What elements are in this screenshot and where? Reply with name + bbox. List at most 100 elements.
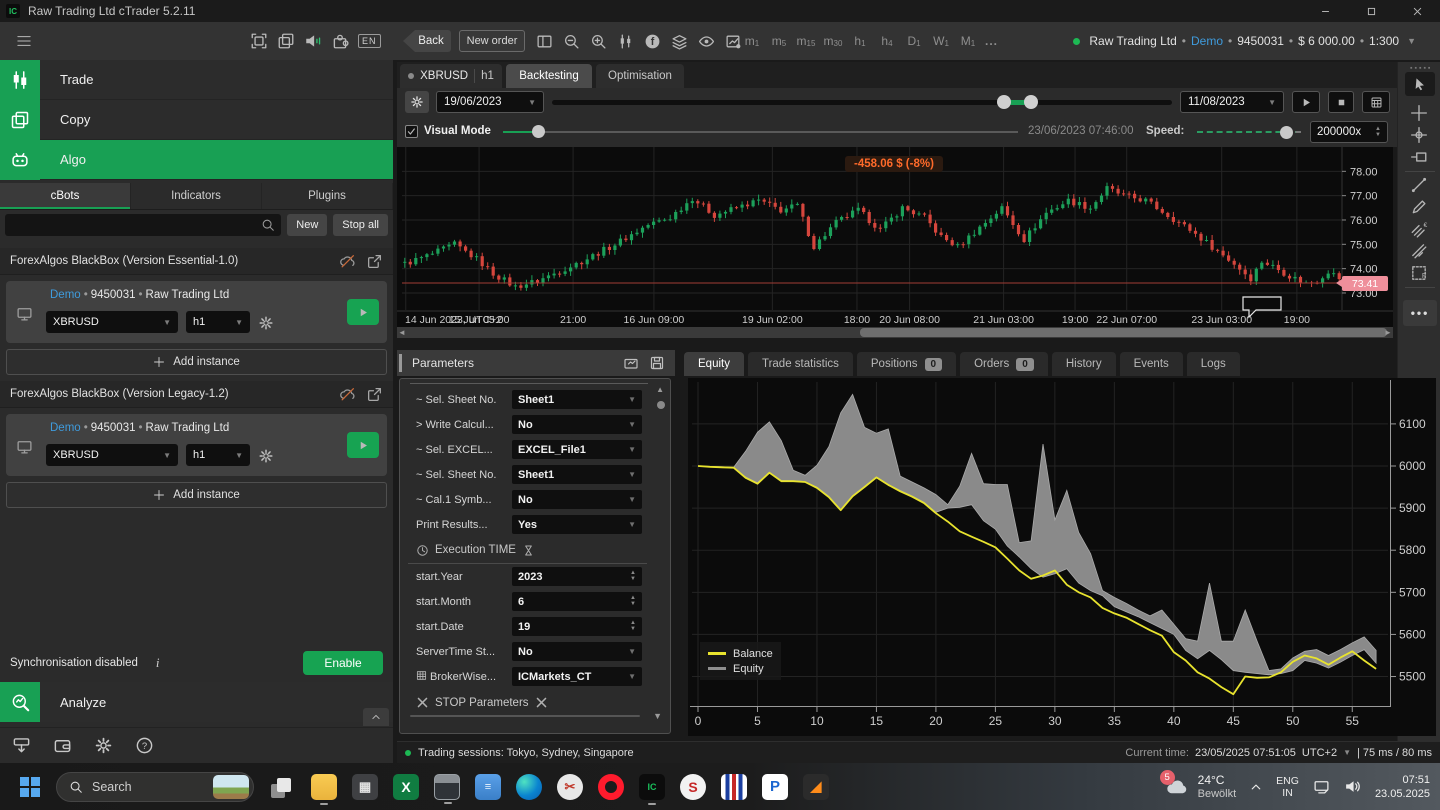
taskbar-app-file-explorer[interactable] xyxy=(311,774,337,800)
price-chart[interactable]: 78.0077.0076.0075.0074.0073.0014 Jun 202… xyxy=(397,147,1393,327)
timeframe-h4[interactable]: h4 xyxy=(877,34,897,48)
speed-value-stepper[interactable]: 200000x ▲▼ xyxy=(1310,121,1388,143)
start-cbot-button[interactable] xyxy=(347,299,379,325)
speaker-icon[interactable] xyxy=(304,32,322,50)
scroll-left-icon[interactable]: ◄ xyxy=(397,327,407,338)
snap-icon[interactable] xyxy=(1410,148,1428,166)
crosshair-target-icon[interactable] xyxy=(1410,126,1428,144)
wallet-icon[interactable] xyxy=(53,736,72,755)
candles-icon[interactable] xyxy=(617,33,634,50)
help-icon[interactable]: ? xyxy=(135,736,154,755)
volume-icon[interactable] xyxy=(1344,778,1361,795)
share-icon[interactable] xyxy=(366,386,383,403)
sidebar-item-copy[interactable]: Copy xyxy=(0,100,393,140)
pointer-tool[interactable] xyxy=(1405,72,1435,96)
sidebar-item-trade[interactable]: Trade xyxy=(0,60,393,100)
params-scroll-up-icon[interactable]: ▲ xyxy=(656,385,664,394)
taskbar-app-ic-markets[interactable]: IC xyxy=(639,774,665,800)
minimize-button[interactable] xyxy=(1302,0,1348,22)
speed-handle[interactable] xyxy=(1280,126,1293,139)
taskbar-app-trading-app[interactable]: S xyxy=(680,774,706,800)
param-dropdown[interactable]: No▼ xyxy=(512,642,642,661)
fib-fan-icon[interactable] xyxy=(1410,242,1428,260)
param-stepper[interactable]: 6▲▼ xyxy=(512,592,642,611)
taskbar-app-stats-app[interactable] xyxy=(721,774,747,800)
start-date-picker[interactable]: 19/06/2023▼ xyxy=(436,91,544,113)
maximize-button[interactable] xyxy=(1348,0,1394,22)
param-dropdown[interactable]: Sheet1▼ xyxy=(512,390,642,409)
symbol-select[interactable]: XBRUSD▼ xyxy=(46,311,178,333)
collapse-sidebar-button[interactable] xyxy=(363,708,389,726)
gear-icon[interactable] xyxy=(258,448,274,464)
taskbar-app-edge[interactable] xyxy=(516,774,542,800)
chart-edit-icon[interactable] xyxy=(725,33,742,50)
end-date-picker[interactable]: 11/08/2023▼ xyxy=(1180,91,1284,113)
timeframe-h1[interactable]: h1 xyxy=(850,34,870,48)
param-stepper[interactable]: 19▲▼ xyxy=(512,617,642,636)
more-tools-button[interactable]: ••• xyxy=(1403,300,1437,326)
param-dropdown[interactable]: No▼ xyxy=(512,490,642,509)
equity-chart[interactable]: 6100600059005800570056005500051015202530… xyxy=(688,378,1436,736)
tab-symbol[interactable]: XBRUSD h1 xyxy=(400,64,502,88)
scroll-right-icon[interactable]: ► xyxy=(1383,327,1393,338)
crosshair-icon[interactable] xyxy=(1410,104,1428,122)
share-icon[interactable] xyxy=(366,253,383,270)
backtest-settings-button[interactable] xyxy=(405,91,429,113)
timezone[interactable]: UTC+2 xyxy=(1302,747,1337,759)
windows-icon[interactable] xyxy=(277,32,295,50)
fullscreen-icon[interactable] xyxy=(250,32,268,50)
clock[interactable]: 07:5123.05.2025 xyxy=(1375,773,1430,801)
start-cbot-button[interactable] xyxy=(347,432,379,458)
param-dropdown[interactable]: EXCEL_File1▼ xyxy=(512,440,642,459)
eye-icon[interactable] xyxy=(698,33,715,50)
symbol-select[interactable]: XBRUSD▼ xyxy=(46,444,178,466)
range-handle-left[interactable] xyxy=(997,95,1011,109)
progress-slider[interactable] xyxy=(503,131,1018,133)
sidebar-item-algo[interactable]: Algo xyxy=(0,140,393,180)
tray-chevron-up-icon[interactable] xyxy=(1250,781,1262,793)
tab-trade-statistics[interactable]: Trade statistics xyxy=(748,352,853,376)
enable-sync-button[interactable]: Enable xyxy=(303,651,383,675)
tab-history[interactable]: History xyxy=(1052,352,1116,376)
cloud-off-icon[interactable] xyxy=(339,386,356,403)
taskbar-app-snipping-tool[interactable]: ✂ xyxy=(557,774,583,800)
add-instance-button[interactable]: Add instance xyxy=(6,482,387,508)
scroll-thumb[interactable] xyxy=(860,328,1387,337)
timeframe-M1[interactable]: M1 xyxy=(958,34,978,48)
settings-gear-icon[interactable] xyxy=(94,736,113,755)
stop-backtest-button[interactable] xyxy=(1328,91,1354,113)
cloud-off-icon[interactable] xyxy=(339,253,356,270)
taskbar-app-opera[interactable] xyxy=(598,774,624,800)
menu-icon[interactable] xyxy=(14,34,34,48)
sidebar-tab-plugins[interactable]: Plugins xyxy=(262,183,393,209)
pen-icon[interactable] xyxy=(1410,198,1428,216)
range-handle-right[interactable] xyxy=(1024,95,1038,109)
tab-logs[interactable]: Logs xyxy=(1187,352,1240,376)
cbot-instance-card[interactable]: Demo•9450031•Raw Trading LtdXBRUSD▼h1▼ xyxy=(6,414,387,476)
tab-equity[interactable]: Equity xyxy=(684,352,744,376)
more-timeframes[interactable]: ... xyxy=(985,34,998,48)
taskbar-app-calculator[interactable]: ▦ xyxy=(352,774,378,800)
timeframe-D1[interactable]: D1 xyxy=(904,34,924,48)
plugin-icon[interactable] xyxy=(331,32,349,50)
trendline-icon[interactable] xyxy=(1410,176,1428,194)
deposit-icon[interactable] xyxy=(12,736,31,755)
backtest-range-slider[interactable] xyxy=(552,100,1172,105)
timeframe-select[interactable]: h1▼ xyxy=(186,444,250,466)
network-icon[interactable] xyxy=(1313,778,1330,795)
zoom-out-icon[interactable] xyxy=(563,33,580,50)
sidebar-item-analyze[interactable]: Analyze xyxy=(0,682,393,722)
param-dropdown[interactable]: No▼ xyxy=(512,415,642,434)
indicators-icon[interactable]: f xyxy=(644,33,661,50)
language-indicator[interactable]: ENGIN xyxy=(1276,775,1299,799)
chart-hscrollbar[interactable]: ◄ ► xyxy=(397,327,1393,338)
language-badge[interactable]: EN xyxy=(358,34,381,48)
rail-drag-handle[interactable]: ▪▪▪▪▪ xyxy=(1410,65,1432,72)
info-icon[interactable]: i xyxy=(156,655,160,671)
timeframe-select[interactable]: h1▼ xyxy=(186,311,250,333)
param-dropdown[interactable]: ICMarkets_CT▼ xyxy=(512,667,642,686)
param-stepper[interactable]: 2023▲▼ xyxy=(512,567,642,586)
tab-orders[interactable]: Orders0 xyxy=(960,352,1048,376)
start-button[interactable] xyxy=(20,777,40,797)
taskbar-app-p-app[interactable]: P xyxy=(762,774,788,800)
